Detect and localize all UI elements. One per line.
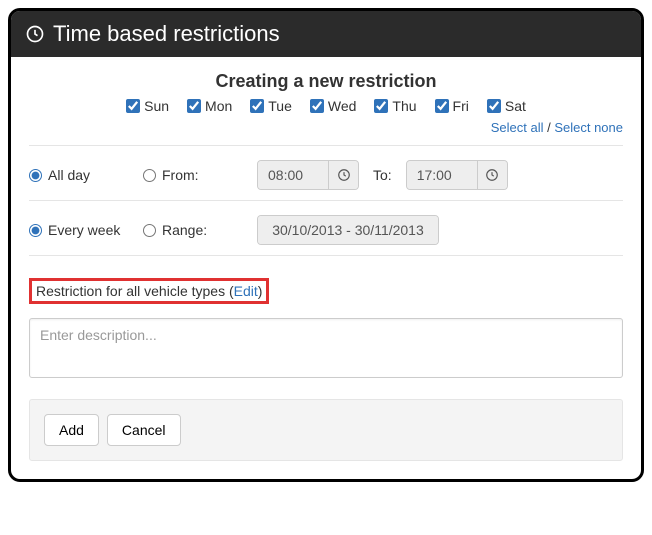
panel-title: Time based restrictions (53, 21, 280, 47)
select-none-link[interactable]: Select none (554, 120, 623, 135)
day-tue-checkbox[interactable] (250, 99, 264, 113)
day-mon[interactable]: Mon (187, 98, 232, 114)
week-row: Every week Range: (29, 215, 623, 245)
restriction-vehicle-types: Restriction for all vehicle types (Edit) (29, 278, 269, 304)
divider (29, 255, 623, 256)
panel-header: Time based restrictions (11, 11, 641, 57)
allday-radio-group[interactable]: All day (29, 167, 129, 183)
allday-radio[interactable] (29, 169, 42, 182)
clock-icon[interactable] (328, 161, 358, 189)
day-tue[interactable]: Tue (250, 98, 292, 114)
day-sat[interactable]: Sat (487, 98, 526, 114)
to-label: To: (373, 167, 392, 183)
from-radio-group[interactable]: From: (143, 167, 243, 183)
time-restrictions-panel: Time based restrictions Creating a new r… (8, 8, 644, 482)
from-time-field[interactable] (258, 161, 328, 189)
everyweek-radio-group[interactable]: Every week (29, 222, 129, 238)
footer-actions: Add Cancel (29, 399, 623, 461)
day-fri-checkbox[interactable] (435, 99, 449, 113)
range-radio-group[interactable]: Range: (143, 222, 243, 238)
from-time-input (257, 160, 359, 190)
restriction-text: Restriction for all vehicle types (36, 283, 229, 299)
day-sat-checkbox[interactable] (487, 99, 501, 113)
subtitle: Creating a new restriction (29, 71, 623, 92)
day-thu-checkbox[interactable] (374, 99, 388, 113)
edit-link[interactable]: Edit (234, 283, 258, 299)
day-sun[interactable]: Sun (126, 98, 169, 114)
date-range-field[interactable] (258, 216, 438, 244)
range-label: Range: (162, 222, 207, 238)
days-row: Sun Mon Tue Wed Thu Fri Sat (29, 98, 623, 114)
clock-icon[interactable] (477, 161, 507, 189)
day-sun-checkbox[interactable] (126, 99, 140, 113)
day-fri[interactable]: Fri (435, 98, 469, 114)
to-time-input (406, 160, 508, 190)
from-label: From: (162, 167, 199, 183)
day-wed-checkbox[interactable] (310, 99, 324, 113)
date-range-input (257, 215, 439, 245)
range-radio[interactable] (143, 224, 156, 237)
to-time-field[interactable] (407, 161, 477, 189)
cancel-button[interactable]: Cancel (107, 414, 181, 446)
select-links: Select all / Select none (29, 120, 623, 135)
time-row: All day From: To: (29, 160, 623, 190)
day-wed[interactable]: Wed (310, 98, 357, 114)
clock-icon (25, 24, 45, 44)
panel-body: Creating a new restriction Sun Mon Tue W… (11, 57, 641, 479)
divider (29, 145, 623, 146)
add-button[interactable]: Add (44, 414, 99, 446)
from-radio[interactable] (143, 169, 156, 182)
select-all-link[interactable]: Select all (491, 120, 544, 135)
everyweek-radio[interactable] (29, 224, 42, 237)
everyweek-label: Every week (48, 222, 120, 238)
day-thu[interactable]: Thu (374, 98, 416, 114)
allday-label: All day (48, 167, 90, 183)
description-textarea[interactable] (29, 318, 623, 378)
day-mon-checkbox[interactable] (187, 99, 201, 113)
divider (29, 200, 623, 201)
